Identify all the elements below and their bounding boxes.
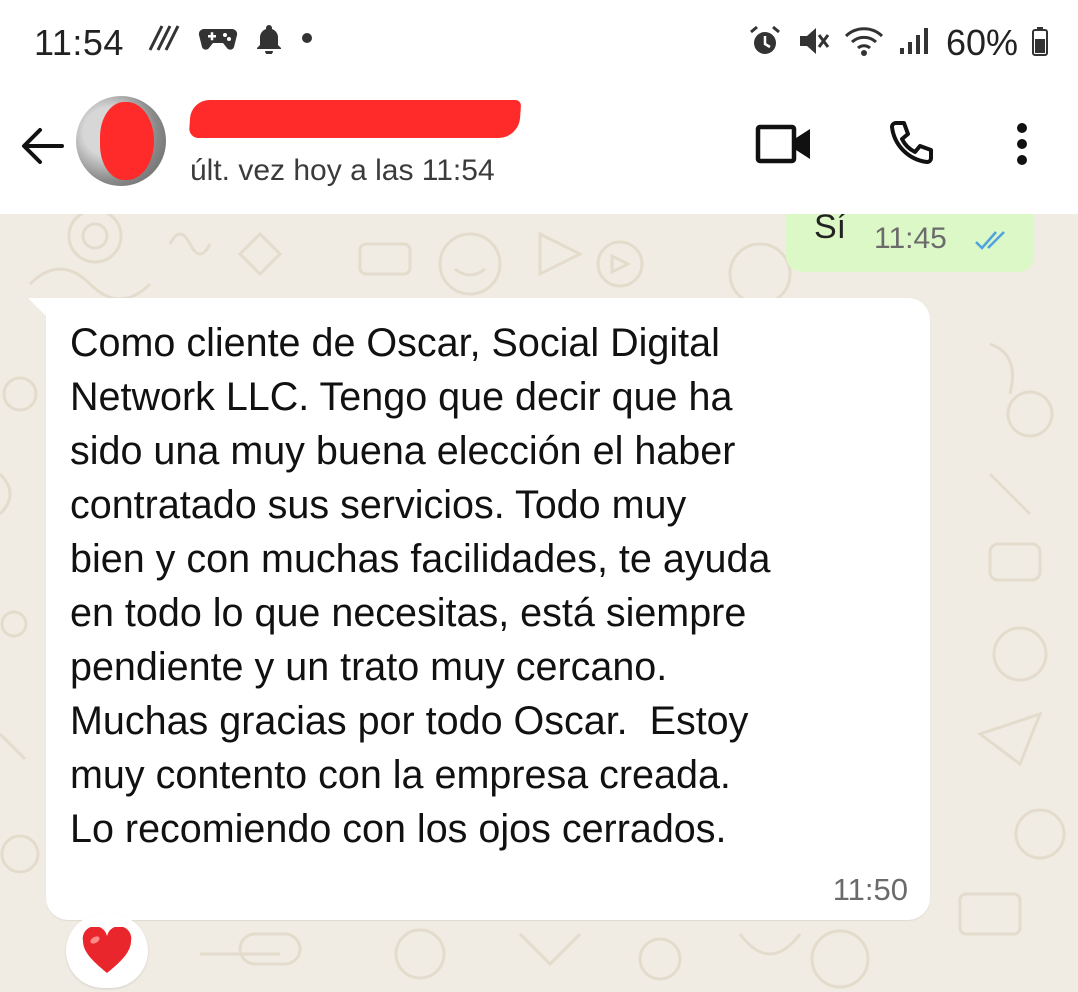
more-options-icon bbox=[1017, 123, 1027, 165]
message-reaction[interactable] bbox=[66, 914, 148, 988]
signal-icon bbox=[898, 26, 932, 61]
chat-area[interactable]: Sí 11:45 Como cliente de Oscar, Social D… bbox=[0, 214, 1078, 992]
more-options-button[interactable] bbox=[992, 114, 1052, 174]
heart-icon bbox=[82, 927, 132, 973]
video-call-icon bbox=[755, 124, 810, 164]
incoming-message-time: 11:50 bbox=[832, 872, 908, 907]
alarm-icon bbox=[748, 24, 782, 63]
status-time: 11:54 bbox=[34, 22, 124, 63]
battery-percent: 60% bbox=[945, 22, 1018, 63]
back-arrow-icon bbox=[22, 128, 64, 164]
battery-icon bbox=[1032, 26, 1048, 61]
chat-header: últ. vez hoy a las 11:54 bbox=[0, 84, 1078, 214]
outgoing-message-text: Sí bbox=[814, 214, 847, 246]
data-saver-icon bbox=[146, 22, 182, 59]
status-bar: 11:54 60% bbox=[0, 0, 1078, 84]
phone-icon bbox=[890, 121, 933, 164]
status-right-icons: 60% bbox=[748, 22, 1048, 64]
phone-call-button[interactable] bbox=[880, 114, 940, 174]
incoming-message-bubble[interactable]: Como cliente de Oscar, Social Digital Ne… bbox=[46, 298, 930, 920]
read-receipt-icon bbox=[975, 231, 1005, 250]
avatar-redaction bbox=[100, 102, 154, 180]
game-controller-icon bbox=[198, 23, 238, 58]
back-button[interactable] bbox=[18, 120, 70, 172]
last-seen-status: últ. vez hoy a las 11:54 bbox=[190, 154, 495, 187]
outgoing-message-time: 11:45 bbox=[874, 222, 947, 255]
dot-icon bbox=[300, 31, 314, 50]
video-call-button[interactable] bbox=[754, 114, 814, 174]
status-left-icons bbox=[146, 22, 314, 59]
bell-icon bbox=[254, 22, 284, 59]
incoming-message-text: Como cliente de Oscar, Social Digital Ne… bbox=[70, 321, 771, 851]
outgoing-message-bubble[interactable]: Sí 11:45 bbox=[786, 214, 1034, 272]
avatar[interactable] bbox=[76, 96, 166, 186]
wifi-icon bbox=[844, 24, 884, 63]
mute-icon bbox=[796, 24, 830, 63]
contact-name-redaction bbox=[188, 100, 522, 138]
